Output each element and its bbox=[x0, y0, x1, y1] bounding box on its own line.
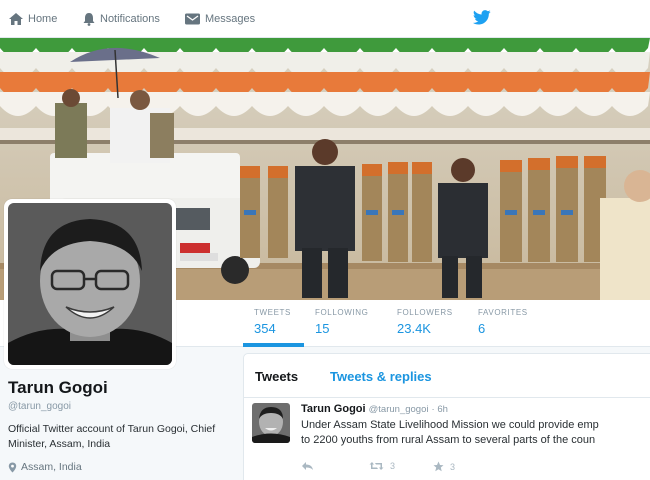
favorite-count: 3 bbox=[450, 461, 456, 472]
nav-notifications[interactable]: Notifications bbox=[82, 12, 160, 26]
stat-following-value: 15 bbox=[315, 321, 330, 336]
nav-home-label: Home bbox=[28, 13, 58, 25]
reply-icon bbox=[302, 462, 313, 470]
nav-messages-label: Messages bbox=[205, 13, 256, 25]
notifications-icon bbox=[83, 13, 95, 26]
stat-followers-label: FOLLOWERS bbox=[397, 308, 453, 317]
profile-bio: Official Twitter account of Tarun Gogoi,… bbox=[8, 423, 216, 450]
tweet-text: Under Assam State Livelihood Mission we … bbox=[301, 418, 650, 448]
profile-avatar[interactable] bbox=[4, 199, 176, 369]
timeline-tabs: Tweets Tweets & replies bbox=[244, 354, 650, 398]
location-pin-icon bbox=[8, 462, 17, 472]
messages-icon bbox=[185, 13, 200, 25]
stat-tweets[interactable]: TWEETS 354 bbox=[254, 308, 291, 336]
retweet-button[interactable]: 3 bbox=[369, 461, 395, 471]
nav-messages[interactable]: Messages bbox=[184, 12, 255, 26]
stat-favorites-value: 6 bbox=[478, 321, 486, 336]
profile-handle[interactable]: @tarun_gogoi bbox=[8, 401, 71, 412]
tweet-timestamp[interactable]: · 6h bbox=[432, 404, 448, 415]
retweet-icon bbox=[369, 462, 384, 470]
tweet-author-avatar[interactable] bbox=[252, 403, 290, 443]
stat-tweets-value: 354 bbox=[254, 321, 276, 336]
tab-tweets[interactable]: Tweets bbox=[255, 369, 298, 384]
retweet-count: 3 bbox=[390, 461, 396, 471]
nav-home[interactable]: Home bbox=[8, 12, 57, 26]
tab-tweets-and-replies[interactable]: Tweets & replies bbox=[330, 369, 432, 384]
stat-favorites-label: FAVORITES bbox=[478, 308, 528, 317]
stat-favorites[interactable]: FAVORITES 6 bbox=[478, 308, 528, 336]
twitter-bird-icon[interactable] bbox=[473, 10, 491, 30]
stat-followers[interactable]: FOLLOWERS 23.4K bbox=[397, 308, 453, 336]
stat-tweets-label: TWEETS bbox=[254, 308, 291, 317]
timeline-panel: Tweets Tweets & replies Tarun Gogoi @tar… bbox=[243, 353, 650, 480]
profile-location-text: Assam, India bbox=[21, 461, 82, 473]
active-stat-indicator bbox=[243, 343, 304, 347]
stat-followers-value: 23.4K bbox=[397, 321, 431, 336]
tweet-author-handle[interactable]: @tarun_gogoi bbox=[369, 404, 429, 415]
tweet-text-line: Under Assam State Livelihood Mission we … bbox=[301, 419, 599, 431]
tweet-author-name[interactable]: Tarun Gogoi bbox=[301, 403, 366, 415]
star-icon bbox=[433, 461, 444, 472]
tweet-header: Tarun Gogoi @tarun_gogoi · 6h bbox=[301, 403, 448, 415]
nav-notifications-label: Notifications bbox=[100, 13, 160, 25]
profile-location: Assam, India bbox=[8, 461, 82, 473]
stat-following-label: FOLLOWING bbox=[315, 308, 369, 317]
favorite-button[interactable]: 3 bbox=[433, 461, 455, 472]
home-icon bbox=[9, 13, 23, 25]
profile-name: Tarun Gogoi bbox=[8, 378, 108, 397]
reply-button[interactable] bbox=[301, 461, 314, 471]
stat-following[interactable]: FOLLOWING 15 bbox=[315, 308, 368, 336]
top-navigation-bar: Home Notifications Messages bbox=[0, 0, 650, 38]
tweet-text-line: to 2200 youths from rural Assam to sever… bbox=[301, 434, 596, 446]
